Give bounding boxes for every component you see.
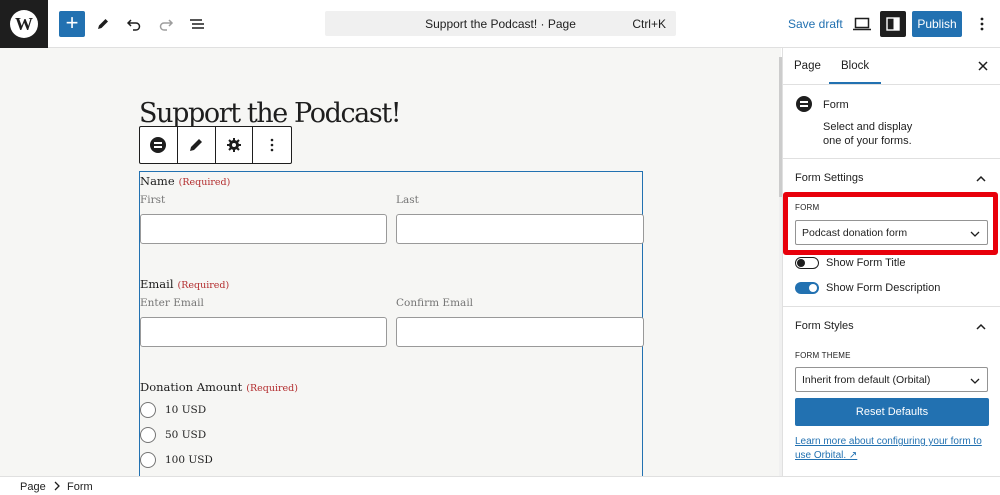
undo-icon[interactable]	[121, 11, 147, 37]
preview-icon[interactable]	[849, 11, 875, 37]
gear-icon[interactable]	[216, 127, 254, 163]
donation-option[interactable]: 10 USD	[140, 402, 206, 418]
breadcrumb-form[interactable]: Form	[67, 481, 93, 493]
toggle-switch[interactable]	[795, 282, 819, 294]
block-card: Form Select and display one of your form…	[783, 85, 1000, 159]
settings-sidebar-icon[interactable]	[880, 11, 906, 37]
block-description: Select and display one of your forms.	[823, 121, 913, 147]
donation-amount-label: Donation Amount (Required)	[140, 380, 298, 394]
name-label: Name (Required)	[140, 174, 231, 188]
page-title[interactable]: Support the Podcast!	[139, 98, 402, 129]
add-block-button[interactable]: +	[59, 10, 85, 37]
show-form-description-toggle[interactable]: Show Form Description	[795, 282, 940, 294]
editor-canvas: Support the Podcast! Name (Required) Firs…	[0, 48, 781, 476]
document-title: Support the Podcast! · Page	[425, 16, 576, 31]
form-settings-heading[interactable]: Form Settings	[795, 172, 863, 184]
close-icon[interactable]	[975, 58, 991, 74]
block-options-icon[interactable]	[253, 127, 291, 163]
form-block[interactable]: Name (Required) First Last Email (Required…	[139, 171, 644, 476]
edit-pencil-icon[interactable]	[178, 127, 216, 163]
command-palette-bar[interactable]: Support the Podcast! · Page Ctrl+K	[325, 11, 676, 36]
top-toolbar: W + Support the Podcast! · Page Ctrl+K S…	[0, 0, 1000, 48]
confirm-email-label: Confirm Email	[396, 297, 474, 309]
show-form-title-toggle[interactable]: Show Form Title	[795, 257, 905, 269]
chevron-down-icon	[970, 376, 980, 384]
toggle-switch[interactable]	[795, 257, 819, 269]
redo-icon[interactable]	[153, 11, 179, 37]
last-name-field[interactable]	[396, 214, 644, 244]
form-styles-heading[interactable]: Form Styles	[795, 320, 854, 332]
email-label: Email (Required)	[140, 277, 230, 291]
donation-option[interactable]: 50 USD	[140, 427, 206, 443]
publish-button[interactable]: Publish	[912, 11, 962, 37]
chevron-right-icon	[54, 481, 60, 494]
divider	[783, 306, 1000, 307]
tab-page[interactable]: Page	[794, 60, 821, 72]
radio-button[interactable]	[140, 402, 156, 418]
radio-button[interactable]	[140, 452, 156, 468]
confirm-email-field[interactable]	[396, 317, 644, 347]
enter-email-label: Enter Email	[140, 297, 204, 309]
save-draft-button[interactable]: Save draft	[788, 17, 843, 31]
learn-more-link[interactable]: Learn more about configuring your form t…	[795, 435, 989, 463]
shortcut-hint: Ctrl+K	[632, 16, 666, 31]
chevron-up-icon[interactable]	[975, 320, 987, 332]
breadcrumb-page[interactable]: Page	[20, 481, 46, 493]
first-name-label: First	[140, 194, 166, 206]
wordpress-logo-icon[interactable]: W	[0, 0, 48, 48]
donation-option[interactable]: 100 USD	[140, 452, 213, 468]
block-name: Form	[823, 99, 849, 111]
last-name-label: Last	[396, 194, 419, 206]
pencil-tools-icon[interactable]	[90, 11, 116, 37]
settings-sidebar: Page Block Form Select and display one o…	[782, 48, 1000, 476]
highlight-box	[783, 192, 998, 255]
tab-block[interactable]: Block	[828, 60, 882, 84]
document-overview-icon[interactable]	[184, 11, 210, 37]
form-theme-label: FORM THEME	[795, 351, 851, 360]
email-field[interactable]	[140, 317, 387, 347]
form-block-type-icon[interactable]	[140, 127, 178, 163]
first-name-field[interactable]	[140, 214, 387, 244]
chevron-up-icon[interactable]	[975, 172, 987, 184]
more-options-icon[interactable]	[969, 11, 995, 37]
form-theme-select[interactable]: Inherit from default (Orbital)	[795, 367, 988, 392]
breadcrumb: Page Form	[0, 476, 1000, 495]
form-block-icon	[795, 95, 813, 113]
radio-button[interactable]	[140, 427, 156, 443]
block-toolbar	[139, 126, 292, 164]
reset-defaults-button[interactable]: Reset Defaults	[795, 398, 989, 426]
sidebar-tabs: Page Block	[783, 48, 1000, 85]
